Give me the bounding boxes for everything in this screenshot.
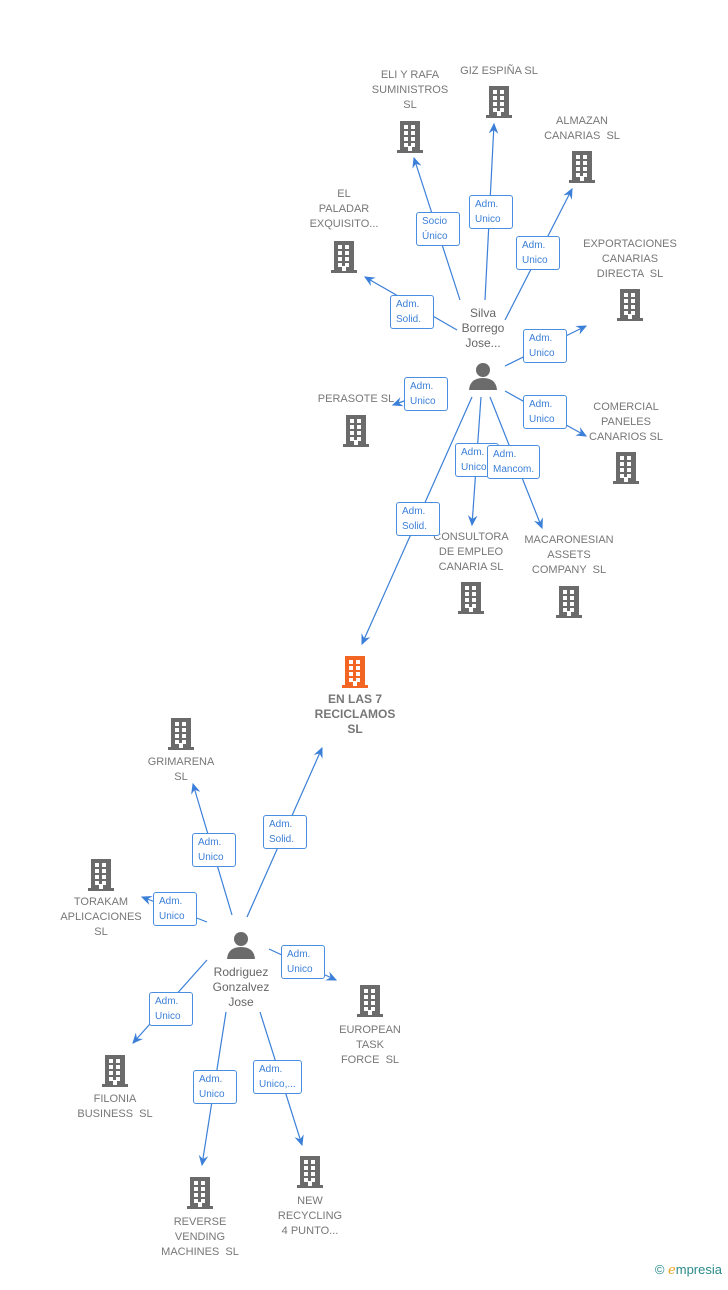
building-icon[interactable] bbox=[86, 857, 116, 891]
role-label[interactable]: Adm. Unico,... bbox=[253, 1060, 302, 1094]
company-label[interactable]: TORAKAM APLICACIONES SL bbox=[60, 895, 141, 940]
role-label[interactable]: Socio Único bbox=[416, 212, 460, 246]
company-label[interactable]: ALMAZAN CANARIAS SL bbox=[544, 114, 620, 144]
person-icon[interactable] bbox=[468, 361, 498, 391]
network-diagram: ELI Y RAFA SUMINISTROS SL GIZ ESPIÑA SL AL… bbox=[0, 0, 728, 1290]
building-icon[interactable] bbox=[611, 450, 641, 484]
building-icon[interactable] bbox=[615, 287, 645, 321]
role-label[interactable]: Adm. Unico bbox=[193, 1070, 237, 1104]
building-icon[interactable] bbox=[341, 413, 371, 447]
company-label[interactable]: NEW RECYCLING 4 PUNTO... bbox=[278, 1194, 342, 1239]
role-label[interactable]: Adm. Unico bbox=[404, 377, 448, 411]
focus-building-icon[interactable] bbox=[340, 654, 370, 688]
company-label[interactable]: GRIMARENA SL bbox=[148, 755, 215, 785]
role-label[interactable]: Adm. Unico bbox=[469, 195, 513, 229]
building-icon[interactable] bbox=[295, 1154, 325, 1188]
role-label[interactable]: Adm. Unico bbox=[149, 992, 193, 1026]
role-label[interactable]: Adm. Unico bbox=[281, 945, 325, 979]
company-label[interactable]: EXPORTACIONES CANARIAS DIRECTA SL bbox=[583, 237, 677, 282]
company-label[interactable]: REVERSE VENDING MACHINES SL bbox=[161, 1215, 239, 1260]
company-label[interactable]: EN LAS 7 RECICLAMOS SL bbox=[315, 692, 396, 737]
building-icon[interactable] bbox=[484, 84, 514, 118]
person-label[interactable]: Silva Borrego Jose... bbox=[462, 306, 505, 351]
copyright-footer: © empresia bbox=[655, 1262, 722, 1278]
brand-logo-e: e bbox=[668, 1263, 676, 1278]
role-label[interactable]: Adm. Unico bbox=[523, 395, 567, 429]
building-icon[interactable] bbox=[355, 983, 385, 1017]
building-icon[interactable] bbox=[329, 239, 359, 273]
role-label[interactable]: Adm. Mancom. bbox=[487, 445, 541, 479]
role-label[interactable]: Adm. Solid. bbox=[263, 815, 307, 849]
company-label[interactable]: ELI Y RAFA SUMINISTROS SL bbox=[372, 68, 448, 113]
building-icon[interactable] bbox=[395, 119, 425, 153]
building-icon[interactable] bbox=[554, 584, 584, 618]
company-label[interactable]: COMERCIAL PANELES CANARIOS SL bbox=[589, 400, 663, 445]
building-icon[interactable] bbox=[567, 149, 597, 183]
company-label[interactable]: FILONIA BUSINESS SL bbox=[77, 1092, 152, 1122]
company-label[interactable]: CONSULTORA DE EMPLEO CANARIA SL bbox=[433, 530, 508, 575]
role-label[interactable]: Adm. Solid. bbox=[396, 502, 440, 536]
company-label[interactable]: GIZ ESPIÑA SL bbox=[460, 64, 538, 79]
role-label[interactable]: Adm. Unico bbox=[516, 236, 560, 270]
company-label[interactable]: EL PALADAR EXQUISITO... bbox=[310, 187, 379, 232]
person-icon[interactable] bbox=[226, 930, 256, 960]
building-icon[interactable] bbox=[100, 1053, 130, 1087]
copyright-symbol: © bbox=[654, 1262, 665, 1277]
building-icon[interactable] bbox=[456, 580, 486, 614]
building-icon[interactable] bbox=[166, 716, 196, 750]
person-label[interactable]: Rodriguez Gonzalvez Jose bbox=[213, 965, 270, 1010]
role-label[interactable]: Adm. Solid. bbox=[390, 295, 434, 329]
role-label[interactable]: Adm. Unico bbox=[192, 833, 236, 867]
role-label[interactable]: Adm. Unico bbox=[153, 892, 197, 926]
building-icon[interactable] bbox=[185, 1175, 215, 1209]
role-label[interactable]: Adm. Unico bbox=[523, 329, 567, 363]
company-label[interactable]: EUROPEAN TASK FORCE SL bbox=[339, 1023, 401, 1068]
company-label[interactable]: MACARONESIAN ASSETS COMPANY SL bbox=[524, 533, 613, 578]
company-label[interactable]: PERASOTE SL bbox=[318, 392, 394, 407]
brand-name: mpresia bbox=[675, 1262, 722, 1277]
